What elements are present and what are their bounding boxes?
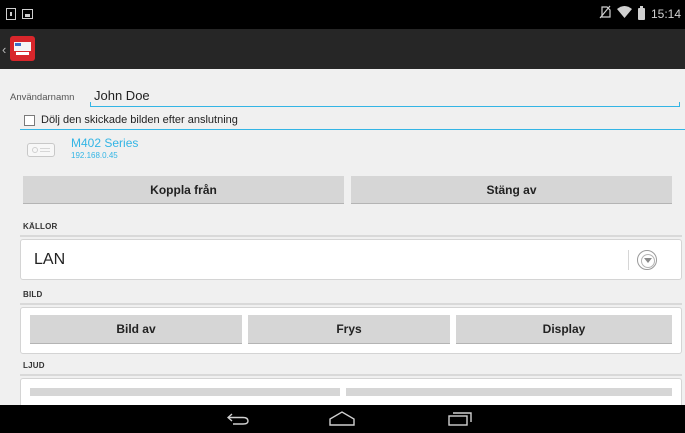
hide-image-checkbox[interactable] — [24, 114, 35, 126]
source-selector[interactable]: LAN — [20, 239, 682, 280]
divider — [20, 129, 685, 130]
status-bar: 15:14 — [0, 0, 685, 29]
no-sim-icon — [599, 5, 611, 23]
disconnect-button[interactable]: Koppla från — [23, 176, 344, 204]
freeze-button[interactable]: Frys — [248, 315, 450, 344]
dropdown-separator — [628, 250, 629, 270]
clock: 15:14 — [650, 7, 681, 21]
audio-button[interactable] — [346, 388, 672, 396]
app-logo-base — [16, 52, 29, 55]
navigation-bar — [0, 405, 685, 433]
action-bar: ‹ — [0, 29, 685, 69]
chevron-down-icon[interactable] — [637, 250, 657, 270]
home-icon[interactable] — [329, 411, 355, 426]
sources-header: KÄLLOR — [23, 222, 58, 231]
username-input[interactable]: John Doe — [90, 87, 680, 107]
app-logo-icon[interactable] — [10, 36, 35, 61]
notification-icon — [6, 8, 16, 20]
image-divider — [20, 303, 682, 305]
sources-divider — [20, 235, 682, 237]
username-row: Användarnamn John Doe — [10, 87, 680, 107]
audio-controls — [20, 378, 682, 408]
power-off-button[interactable]: Stäng av — [351, 176, 672, 204]
image-off-button[interactable]: Bild av — [30, 315, 242, 344]
projector-vent — [40, 148, 50, 152]
username-label: Användarnamn — [10, 92, 75, 103]
battery-icon — [637, 6, 645, 20]
device-name: M402 Series — [71, 136, 139, 150]
back-icon[interactable] — [227, 413, 249, 425]
status-right: 15:14 — [599, 5, 681, 23]
image-header: BILD — [23, 290, 43, 299]
hide-image-label: Dölj den skickade bilden efter anslutnin… — [41, 114, 238, 126]
display-button[interactable]: Display — [456, 315, 672, 344]
back-caret-icon[interactable]: ‹ — [2, 42, 6, 57]
wifi-icon — [616, 6, 632, 22]
connected-device: M402 Series 192.168.0.45 — [25, 135, 325, 165]
main-content: Användarnamn John Doe Dölj den skickade … — [10, 69, 685, 408]
projector-lens — [32, 147, 38, 153]
audio-header: LJUD — [23, 361, 45, 370]
app-screen: 15:14 ‹ Användarnamn John Doe Dölj den s… — [0, 0, 685, 433]
hide-image-option[interactable]: Dölj den skickade bilden efter anslutnin… — [24, 113, 238, 127]
source-value: LAN — [34, 251, 66, 268]
screenshot-icon — [22, 9, 33, 19]
image-controls: Bild av Frys Display — [20, 307, 682, 354]
recent-apps-icon[interactable] — [448, 412, 472, 426]
audio-divider — [20, 374, 682, 376]
app-logo-accent — [15, 43, 21, 46]
projector-icon — [27, 143, 55, 157]
device-ip: 192.168.0.45 — [71, 151, 118, 160]
audio-button[interactable] — [30, 388, 340, 396]
